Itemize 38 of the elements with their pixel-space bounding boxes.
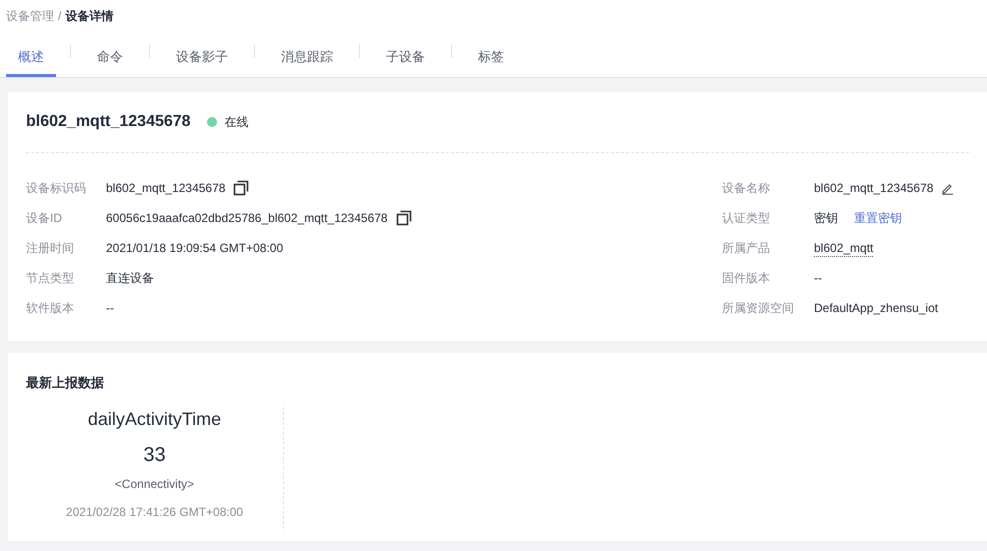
field-value: 2021/01/18 19:09:54 GMT+08:00 <box>106 240 284 257</box>
field-label: 所属资源空间 <box>722 300 795 317</box>
field-label: 设备名称 <box>722 180 771 197</box>
field-value: -- <box>106 300 114 317</box>
copy-icon[interactable] <box>396 210 412 226</box>
tab[interactable]: 子设备 <box>374 39 437 77</box>
field-label: 注册时间 <box>26 240 75 257</box>
field-value: 60056c19aaafca02dbd25786_bl602_mqtt_12345678 <box>106 210 388 227</box>
tab[interactable]: 命令 <box>85 39 135 77</box>
field-label: 所属产品 <box>722 240 771 257</box>
field-label: 设备标识码 <box>26 180 87 197</box>
reset-key-link[interactable]: 重置密钥 <box>854 209 902 227</box>
property-name: dailyActivityTime <box>88 408 222 431</box>
field-label: 设备ID <box>26 210 63 227</box>
tab[interactable]: 消息跟踪 <box>269 39 345 77</box>
field-label: 固件版本 <box>722 270 771 287</box>
field-label: 软件版本 <box>26 300 75 317</box>
product-link[interactable]: bl602_mqtt <box>814 240 874 256</box>
section-title: 最新上报数据 <box>26 374 105 392</box>
tab[interactable]: 标签 <box>466 39 516 77</box>
breadcrumb-item: 设备详情 <box>65 8 114 25</box>
device-name-title: bl602_mqtt_12345678 <box>26 112 191 132</box>
field-value: DefaultApp_zhensu_iot <box>814 300 938 317</box>
field-value: bl602_mqtt_12345678 <box>106 180 226 197</box>
breadcrumb-separator: / <box>58 8 62 25</box>
report-time: 2021/02/28 17:41:26 GMT+08:00 <box>66 504 244 521</box>
property-value: 33 <box>143 442 166 467</box>
copy-icon[interactable] <box>233 180 250 196</box>
field-value: 直连设备 <box>106 270 154 287</box>
field-value: -- <box>814 270 822 287</box>
field-label: 节点类型 <box>26 270 75 287</box>
field-value: bl602_mqtt_12345678 <box>814 180 934 197</box>
status-label: 在线 <box>224 114 249 131</box>
field-label: 认证类型 <box>722 210 771 227</box>
field-value: 密钥 <box>814 210 838 227</box>
pencil-icon[interactable] <box>941 182 954 194</box>
tab[interactable]: 设备影子 <box>164 39 240 77</box>
service-name: <Connectivity> <box>114 476 194 493</box>
